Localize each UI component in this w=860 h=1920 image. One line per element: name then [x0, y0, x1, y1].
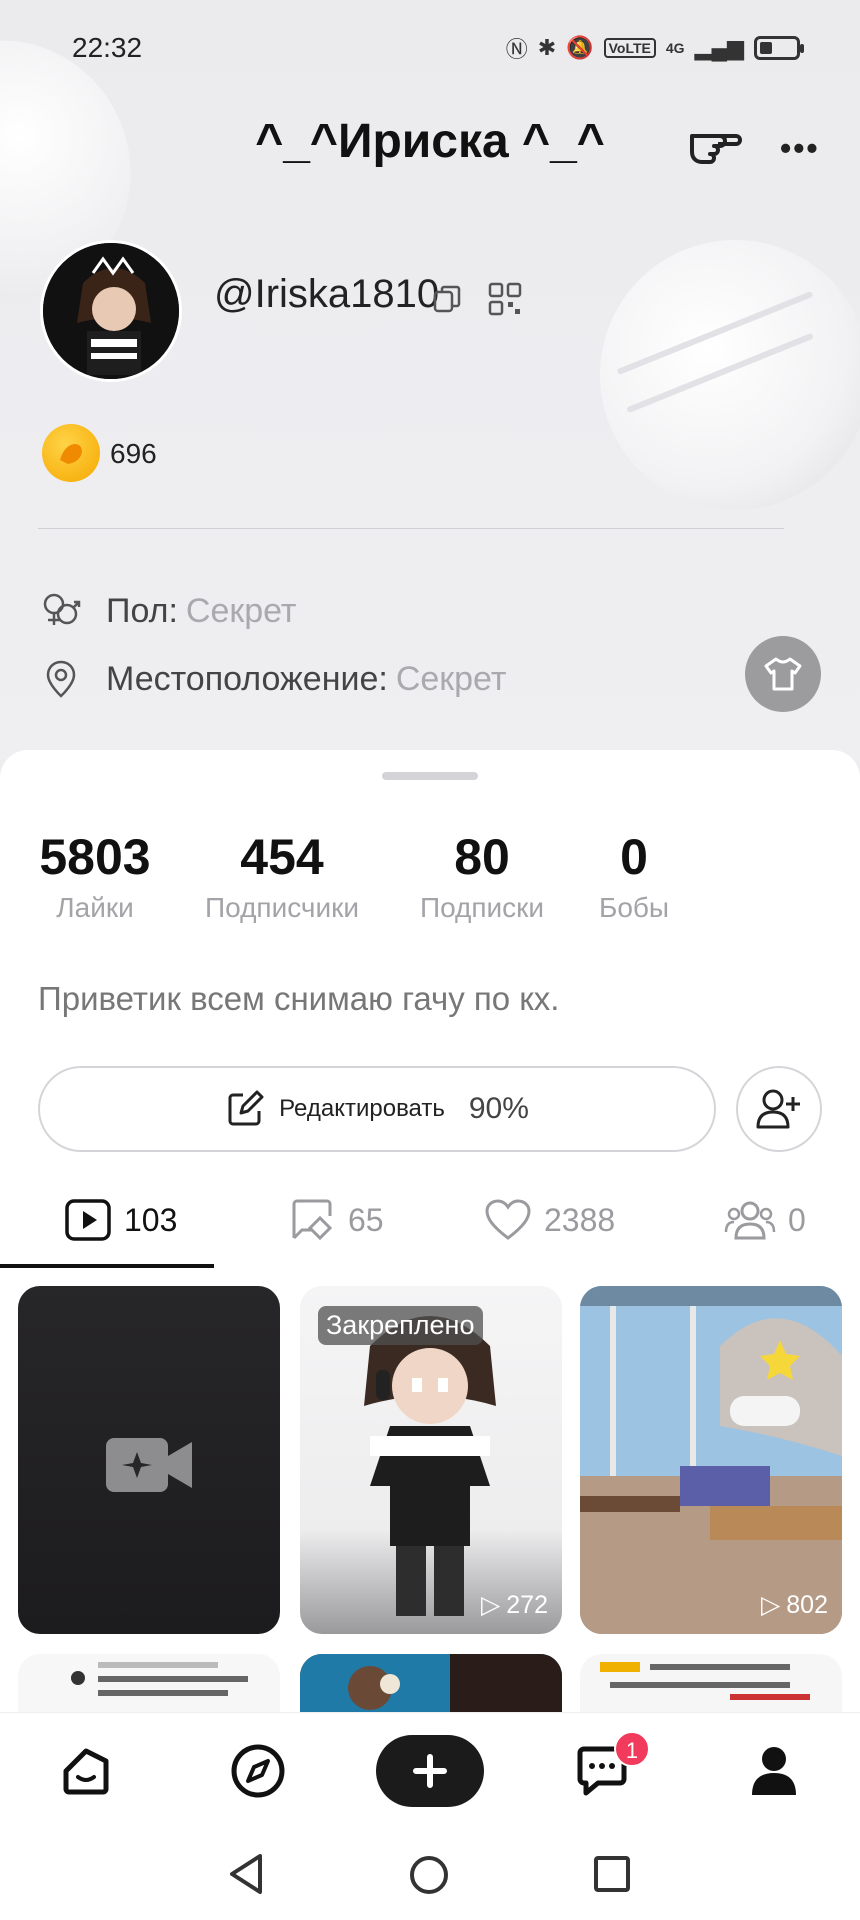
profile-icon[interactable]	[744, 1741, 804, 1801]
messages-badge: 1	[614, 1731, 650, 1767]
video-tile-partial[interactable]	[580, 1654, 842, 1714]
volte-badge: VoLTE	[603, 38, 656, 58]
video-icon	[65, 1199, 111, 1241]
stat-following-label: Подписки	[419, 892, 545, 923]
username: @Iriska1810	[214, 272, 440, 316]
home-icon[interactable]	[56, 1741, 116, 1801]
video-thumbnail	[580, 1286, 842, 1634]
video-tile-partial[interactable]	[18, 1654, 280, 1714]
location-label: Местоположение:	[106, 659, 388, 698]
status-time: 22:32	[72, 32, 143, 63]
home-circle-icon[interactable]	[408, 1854, 450, 1896]
location-icon	[46, 660, 76, 698]
view-count: ▷ 272	[481, 1590, 548, 1620]
signal-icon: ▂▄▆	[694, 35, 744, 60]
stat-followers[interactable]: 454 Подписчики	[192, 828, 372, 924]
video-thumbnail	[71, 1662, 248, 1696]
video-thumbnail	[600, 1662, 810, 1700]
stat-following[interactable]: 80 Подписки	[400, 828, 564, 924]
shirt-icon	[764, 657, 802, 691]
add-friend-button[interactable]	[736, 1066, 822, 1152]
view-count: ▷ 802	[761, 1590, 828, 1620]
status-icons: Ⓝ ✱ 🔕 VoLTE 4G ▂▄▆	[505, 32, 804, 64]
add-user-icon	[756, 1089, 800, 1129]
decor-shape-right	[600, 240, 860, 510]
plus-icon	[413, 1754, 447, 1788]
active-tab-indicator	[0, 1264, 214, 1268]
stat-beans-value: 0	[620, 829, 648, 885]
title-bar: ^_^Ириска ^_^ •••	[0, 106, 860, 176]
stat-likes-value: 5803	[39, 829, 151, 885]
stat-likes[interactable]: 5803 Лайки	[22, 828, 168, 924]
heart-icon	[485, 1199, 531, 1240]
video-tile[interactable]: Закреплено ▷ 272	[300, 1286, 562, 1634]
gender-label: Пол:	[106, 591, 178, 630]
repost-icon	[292, 1199, 333, 1241]
create-button[interactable]	[376, 1735, 484, 1807]
divider	[38, 528, 784, 529]
location-value: Секрет	[395, 659, 507, 698]
gender-icon	[43, 593, 81, 625]
video-thumbnail	[300, 1654, 562, 1714]
network-label: 4G	[665, 40, 685, 56]
edit-icon	[228, 1090, 264, 1126]
profile-header: 22:32 Ⓝ ✱ 🔕 VoLTE 4G ▂▄▆ ^_^Ириска ^_^ •…	[0, 0, 860, 760]
video-tile-partial[interactable]	[300, 1654, 562, 1714]
system-nav-bar	[0, 1828, 860, 1920]
tab-likes-count: 2388	[544, 1201, 616, 1238]
nfc-icon: Ⓝ	[505, 37, 528, 62]
discover-icon[interactable]	[228, 1741, 288, 1801]
copy-icon[interactable]	[432, 284, 462, 314]
pinned-label: Закреплено	[318, 1306, 483, 1345]
play-icon: ▷	[761, 1591, 781, 1619]
create-video-tile[interactable]	[18, 1286, 280, 1634]
status-bar: 22:32 Ⓝ ✱ 🔕 VoLTE 4G ▂▄▆	[72, 28, 804, 68]
bio-text: Приветик всем снимаю гачу по кх.	[38, 980, 560, 1017]
tab-groups-count: 0	[788, 1201, 806, 1238]
sheet-handle[interactable]	[382, 772, 478, 780]
bluetooth-icon: ✱	[537, 35, 557, 60]
view-count-value: 802	[786, 1590, 828, 1619]
stat-beans[interactable]: 0 Бобы	[584, 828, 684, 924]
tab-likes[interactable]: 2388	[484, 1198, 615, 1242]
coin-icon[interactable]	[42, 424, 100, 482]
pointing-hand-icon[interactable]	[688, 116, 744, 166]
stat-followers-label: Подписчики	[204, 892, 360, 923]
battery-icon	[754, 36, 804, 60]
stat-followers-value: 454	[240, 829, 324, 885]
edit-label: Редактировать	[279, 1095, 445, 1122]
mute-icon: 🔕	[566, 35, 594, 60]
tab-reposts[interactable]: 65	[288, 1198, 384, 1242]
content-tabs: 103 65 2388 0	[0, 1178, 860, 1268]
video-tile[interactable]: ▷ 802	[580, 1286, 842, 1634]
coin-count: 696	[110, 438, 157, 469]
tab-reposts-count: 65	[348, 1201, 384, 1238]
stat-following-value: 80	[454, 829, 510, 885]
group-icon	[724, 1201, 776, 1240]
more-icon[interactable]: •••	[780, 130, 820, 167]
gender-value: Секрет	[185, 591, 297, 630]
view-count-value: 272	[506, 1590, 548, 1619]
gender-row: Пол: Секрет	[40, 590, 297, 632]
stat-beans-label: Бобы	[598, 892, 670, 923]
tab-groups[interactable]: 0	[724, 1198, 806, 1242]
stat-likes-label: Лайки	[56, 892, 134, 923]
outfit-button[interactable]	[745, 636, 821, 712]
profile-completion: 90%	[468, 1092, 529, 1125]
bottom-nav: 1	[0, 1712, 860, 1828]
qr-code-icon[interactable]	[488, 282, 522, 316]
tab-videos[interactable]: 103	[64, 1198, 177, 1242]
tab-videos-count: 103	[124, 1201, 178, 1238]
avatar[interactable]	[40, 240, 182, 382]
recents-icon[interactable]	[592, 1854, 632, 1894]
play-icon: ▷	[481, 1591, 501, 1619]
back-icon[interactable]	[226, 1852, 266, 1896]
video-camera-icon	[106, 1438, 192, 1492]
edit-profile-button[interactable]: Редактировать 90%	[38, 1066, 716, 1152]
location-row: Местоположение: Секрет	[40, 658, 506, 700]
